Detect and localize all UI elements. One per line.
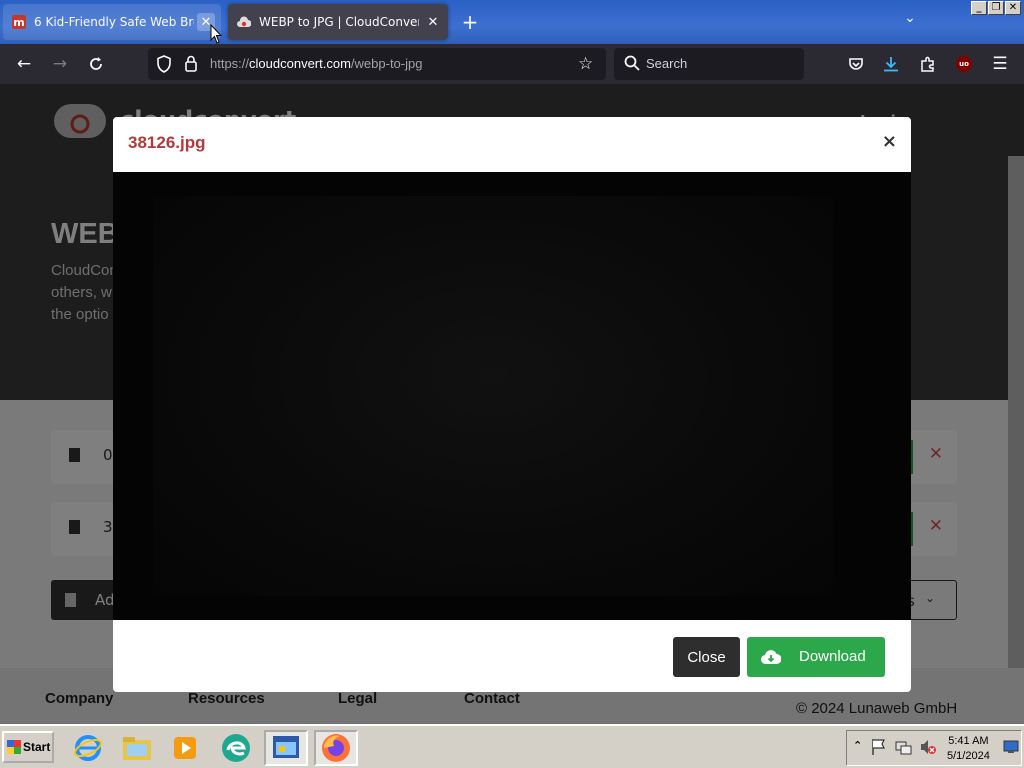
- start-label: Start: [23, 740, 51, 754]
- bookmark-star-icon[interactable]: ☆: [578, 54, 593, 74]
- download-label: Download: [799, 648, 866, 665]
- url-scheme: https://: [210, 56, 250, 71]
- new-tab-button[interactable]: +: [458, 10, 482, 34]
- download-button[interactable]: Download: [747, 637, 885, 677]
- search-icon: [624, 55, 640, 74]
- tab-cloudconvert[interactable]: WEBP to JPG | CloudConvert ✕: [228, 4, 448, 40]
- minimize-window-button[interactable]: _: [971, 1, 987, 15]
- clock-time: 5:41 AM: [948, 735, 989, 747]
- tab-kid-friendly-browsers[interactable]: m 6 Kid-Friendly Safe Web Browsers ✕: [3, 4, 221, 40]
- search-input[interactable]: Search: [614, 48, 804, 80]
- downloads-icon[interactable]: [877, 50, 905, 78]
- tab-title: WEBP to JPG | CloudConvert: [259, 15, 419, 29]
- address-bar[interactable]: https://cloudconvert.com/webp-to-jpg ☆: [148, 48, 606, 80]
- medium-favicon-icon: m: [12, 15, 26, 29]
- action-center-flag-icon[interactable]: [871, 738, 887, 759]
- close-window-button[interactable]: ✕: [1005, 1, 1021, 15]
- hamburger-menu-icon[interactable]: ☰: [986, 50, 1014, 78]
- url-path: /webp-to-jpg: [350, 56, 423, 71]
- firefox-icon[interactable]: [314, 730, 358, 766]
- windows-flag-icon: [7, 740, 21, 754]
- file-explorer-folder-icon[interactable]: [115, 730, 159, 766]
- start-button[interactable]: Start: [2, 731, 54, 763]
- ublock-origin-icon[interactable]: uo: [950, 50, 978, 78]
- lock-icon[interactable]: [184, 55, 198, 75]
- edge-browser-icon[interactable]: [214, 730, 258, 766]
- close-button[interactable]: Close: [673, 637, 740, 677]
- mouse-cursor-icon: [210, 23, 223, 47]
- url-text: https://cloudconvert.com/webp-to-jpg: [210, 56, 422, 71]
- show-desktop-icon[interactable]: [1003, 739, 1019, 758]
- tracking-protection-shield-icon[interactable]: [156, 55, 172, 76]
- internet-explorer-icon[interactable]: [66, 730, 110, 766]
- network-icon[interactable]: [895, 738, 913, 759]
- media-player-icon[interactable]: [163, 730, 207, 766]
- modal-title: 38126.jpg: [128, 133, 206, 152]
- list-all-tabs-chevron-icon[interactable]: ⌄: [898, 10, 922, 26]
- forward-arrow-icon[interactable]: →: [46, 50, 74, 78]
- pocket-icon[interactable]: [842, 50, 870, 78]
- volume-muted-icon[interactable]: [919, 738, 937, 759]
- converted-image-preview: [113, 172, 911, 620]
- window-manager-icon[interactable]: [264, 730, 308, 766]
- system-tray: ⌃ 5:41 AM 5/1/2024: [846, 730, 1022, 766]
- ublock-badge: uo: [956, 56, 972, 72]
- cloudconvert-favicon-icon: [237, 15, 251, 29]
- modal-close-icon[interactable]: ×: [882, 131, 897, 152]
- search-placeholder: Search: [646, 56, 688, 71]
- restore-window-button[interactable]: ❐: [988, 1, 1004, 15]
- clock[interactable]: 5:41 AM 5/1/2024: [947, 734, 990, 764]
- image-content: [153, 196, 833, 596]
- windows-taskbar: Start ⌃ 5:41 AM 5/1/2024: [0, 724, 1024, 768]
- clock-date: 5/1/2024: [947, 750, 990, 762]
- show-hidden-icons-chevron-icon[interactable]: ⌃: [853, 739, 862, 752]
- image-preview-modal: 38126.jpg × Close Download: [113, 117, 911, 692]
- reload-icon[interactable]: [82, 50, 110, 78]
- close-tab-icon[interactable]: ✕: [424, 13, 442, 31]
- extensions-puzzle-icon[interactable]: [914, 50, 942, 78]
- browser-navigation-bar: ← → https://cloudconvert.com/webp-to-jpg…: [0, 44, 1024, 84]
- tab-title: 6 Kid-Friendly Safe Web Browsers: [34, 15, 194, 29]
- url-domain: cloudconvert.com: [249, 56, 351, 71]
- back-arrow-icon[interactable]: ←: [10, 50, 38, 78]
- cloud-download-icon: [760, 649, 782, 669]
- browser-tab-strip: m 6 Kid-Friendly Safe Web Browsers ✕ WEB…: [0, 0, 1024, 44]
